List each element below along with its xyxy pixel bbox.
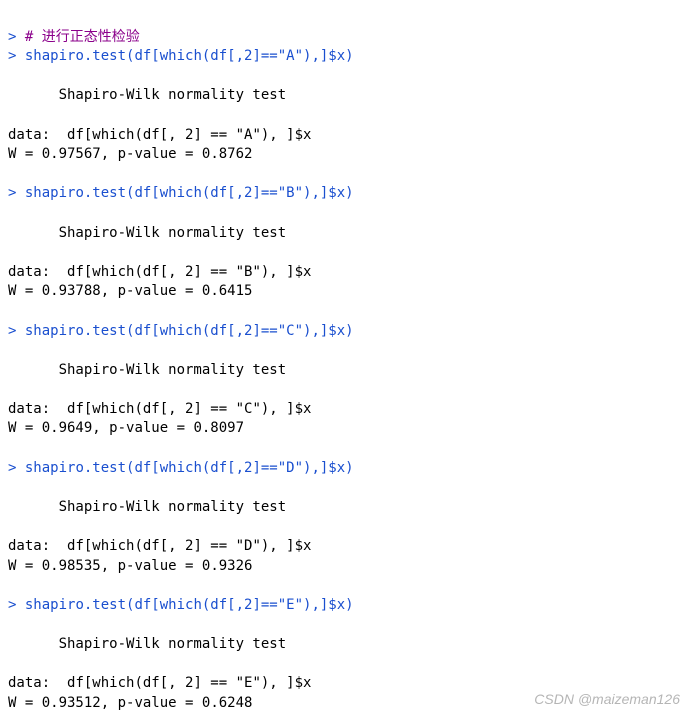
console-command: shapiro.test(df[which(df[,2]=="B"),]$x) xyxy=(16,185,353,201)
console-output: > # 进行正态性检验 > shapiro.test(df[which(df[,… xyxy=(8,8,684,713)
test-stats-line: W = 0.97567, p-value = 0.8762 xyxy=(8,146,252,162)
test-data-line: data: df[which(df[, 2] == "C"), ]$x xyxy=(8,401,311,417)
console-command: shapiro.test(df[which(df[,2]=="A"),]$x) xyxy=(16,48,353,64)
test-data-line: data: df[which(df[, 2] == "A"), ]$x xyxy=(8,127,311,143)
console-command: shapiro.test(df[which(df[,2]=="D"),]$x) xyxy=(16,460,353,476)
test-title: Shapiro-Wilk normality test xyxy=(8,636,286,652)
test-title: Shapiro-Wilk normality test xyxy=(8,225,286,241)
test-stats-line: W = 0.93512, p-value = 0.6248 xyxy=(8,695,252,711)
test-stats-line: W = 0.98535, p-value = 0.9326 xyxy=(8,558,252,574)
test-stats-line: W = 0.93788, p-value = 0.6415 xyxy=(8,283,252,299)
test-title: Shapiro-Wilk normality test xyxy=(8,362,286,378)
test-title: Shapiro-Wilk normality test xyxy=(8,87,286,103)
test-data-line: data: df[which(df[, 2] == "B"), ]$x xyxy=(8,264,311,280)
console-command: shapiro.test(df[which(df[,2]=="C"),]$x) xyxy=(16,323,353,339)
test-data-line: data: df[which(df[, 2] == "D"), ]$x xyxy=(8,538,311,554)
test-title: Shapiro-Wilk normality test xyxy=(8,499,286,515)
test-stats-line: W = 0.9649, p-value = 0.8097 xyxy=(8,420,244,436)
test-data-line: data: df[which(df[, 2] == "E"), ]$x xyxy=(8,675,311,691)
console-comment: # 进行正态性检验 xyxy=(16,29,139,45)
console-command: shapiro.test(df[which(df[,2]=="E"),]$x) xyxy=(16,597,353,613)
